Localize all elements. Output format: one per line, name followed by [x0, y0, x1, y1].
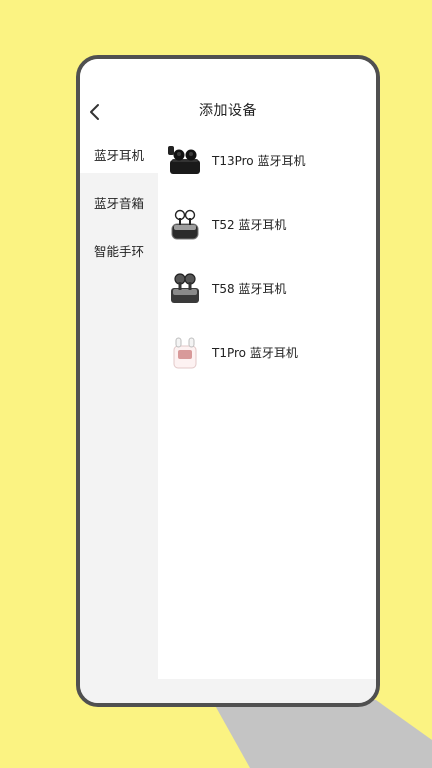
- dark-earbuds-case-icon: [171, 273, 199, 303]
- device-label: T13Pro 蓝牙耳机: [212, 153, 306, 168]
- sidebar-item-label: 智能手环: [94, 243, 145, 259]
- top-bar: 添加设备: [80, 59, 376, 123]
- device-item-t58[interactable]: T58 蓝牙耳机: [168, 266, 376, 310]
- sidebar-item-bluetooth-speakers[interactable]: 蓝牙音箱: [80, 183, 158, 221]
- device-item-t13pro[interactable]: T13Pro 蓝牙耳机: [168, 138, 376, 182]
- pink-earbuds-case-icon: [173, 337, 197, 369]
- category-sidebar: 蓝牙耳机 蓝牙音箱 智能手环: [80, 135, 158, 679]
- device-item-t1pro[interactable]: T1Pro 蓝牙耳机: [168, 330, 376, 374]
- device-list: T13Pro 蓝牙耳机 T52 蓝牙耳机 T58 蓝牙耳机 T1Pro 蓝牙耳机: [158, 135, 376, 679]
- phone-frame: 添加设备 蓝牙耳机 蓝牙音箱 智能手环 T13Pro 蓝牙耳机 T52 蓝牙耳机…: [76, 55, 380, 707]
- page-title: 添加设备: [199, 103, 257, 119]
- transparent-earbuds-case-icon: [171, 209, 199, 240]
- sidebar-item-label: 蓝牙音箱: [94, 195, 145, 211]
- sidebar-item-smart-bands[interactable]: 智能手环: [80, 231, 158, 269]
- bottom-area: [80, 679, 376, 703]
- sidebar-item-label: 蓝牙耳机: [94, 147, 145, 163]
- sidebar-item-bluetooth-earphones[interactable]: 蓝牙耳机: [80, 135, 158, 173]
- device-label: T52 蓝牙耳机: [212, 217, 287, 232]
- device-label: T58 蓝牙耳机: [212, 281, 287, 296]
- black-earbuds-case-icon: [168, 146, 200, 174]
- device-label: T1Pro 蓝牙耳机: [212, 345, 298, 360]
- device-item-t52[interactable]: T52 蓝牙耳机: [168, 202, 376, 246]
